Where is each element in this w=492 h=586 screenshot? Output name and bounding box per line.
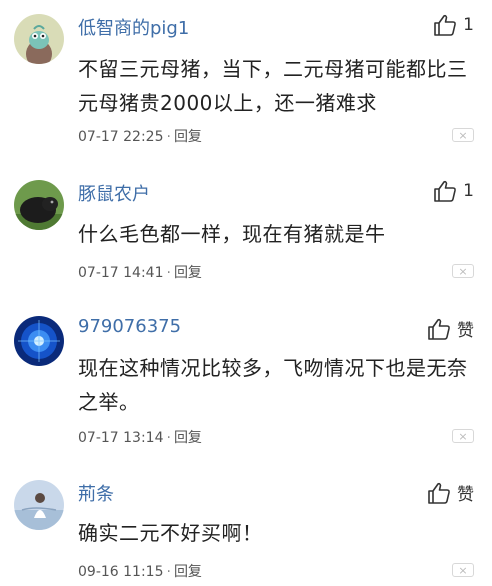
- like-button[interactable]: 赞: [427, 316, 474, 341]
- avatar[interactable]: [14, 180, 64, 230]
- separator: ·: [166, 564, 171, 580]
- separator: ·: [166, 265, 171, 281]
- like-count: 赞: [457, 321, 474, 341]
- username[interactable]: 荊条: [78, 480, 114, 506]
- timestamp: 07-17 22:25: [78, 129, 164, 145]
- like-count: 1: [463, 181, 474, 201]
- comment-text: 不留三元母猪，当下，二元母猪可能都比三元母猪贵2000以上，还一猪难求: [78, 57, 468, 115]
- comment-item: 低智商的pig1 1 不留三元母猪，当下，二元母猪可能都比三元母猪贵2000以上…: [0, 0, 492, 160]
- black-guinea-pig-icon: [14, 180, 64, 230]
- thumbs-up-icon: [428, 318, 450, 340]
- separator: ·: [166, 129, 171, 145]
- avatar[interactable]: [14, 480, 64, 530]
- reply-link[interactable]: 回复: [174, 265, 202, 281]
- timestamp: 07-17 13:14: [78, 430, 164, 446]
- close-button[interactable]: ×: [452, 429, 474, 443]
- comment-meta: 07-17 22:25 · 回复: [78, 126, 202, 146]
- comment-meta: 07-17 13:14 · 回复: [78, 427, 202, 447]
- comment-text: 现在这种情况比较多，飞吻情况下也是无奈之举。: [78, 356, 468, 414]
- username[interactable]: 豚鼠农户: [78, 180, 150, 206]
- person-landscape-icon: [14, 480, 64, 530]
- like-button[interactable]: 赞: [427, 480, 474, 505]
- reply-link[interactable]: 回复: [174, 564, 202, 580]
- comment-text: 什么毛色都一样，现在有猪就是牛: [78, 222, 386, 246]
- timestamp: 09-16 11:15: [78, 564, 164, 580]
- reply-link[interactable]: 回复: [174, 129, 202, 145]
- comment-item: 979076375 赞 现在这种情况比较多，飞吻情况下也是无奈之举。 07-17…: [0, 300, 492, 460]
- like-count: 1: [463, 15, 474, 35]
- like-count: 赞: [457, 485, 474, 505]
- like-button[interactable]: 1: [433, 180, 474, 202]
- blue-tech-orb-icon: [14, 316, 64, 366]
- comment-item: 荊条 赞 确实二元不好买啊！ 09-16 11:15 · 回复 ×: [0, 460, 492, 586]
- separator: ·: [166, 430, 171, 446]
- username[interactable]: 低智商的pig1: [78, 14, 189, 40]
- avatar[interactable]: [14, 14, 64, 64]
- reply-link[interactable]: 回复: [174, 430, 202, 446]
- comment-meta: 09-16 11:15 · 回复: [78, 561, 202, 581]
- close-button[interactable]: ×: [452, 264, 474, 278]
- thumbs-up-icon: [428, 482, 450, 504]
- close-button[interactable]: ×: [452, 563, 474, 577]
- avatar[interactable]: [14, 316, 64, 366]
- comment-text: 确实二元不好买啊！: [78, 521, 263, 545]
- comment-item: 豚鼠农户 1 什么毛色都一样，现在有猪就是牛 07-17 14:41 · 回复 ×: [0, 160, 492, 310]
- thumbs-up-icon: [434, 14, 457, 36]
- like-button[interactable]: 1: [433, 14, 474, 36]
- comment-meta: 07-17 14:41 · 回复: [78, 262, 202, 282]
- username[interactable]: 979076375: [78, 316, 181, 337]
- thumbs-up-icon: [434, 180, 457, 202]
- close-button[interactable]: ×: [452, 128, 474, 142]
- cartoon-character-icon: [14, 14, 64, 64]
- timestamp: 07-17 14:41: [78, 265, 164, 281]
